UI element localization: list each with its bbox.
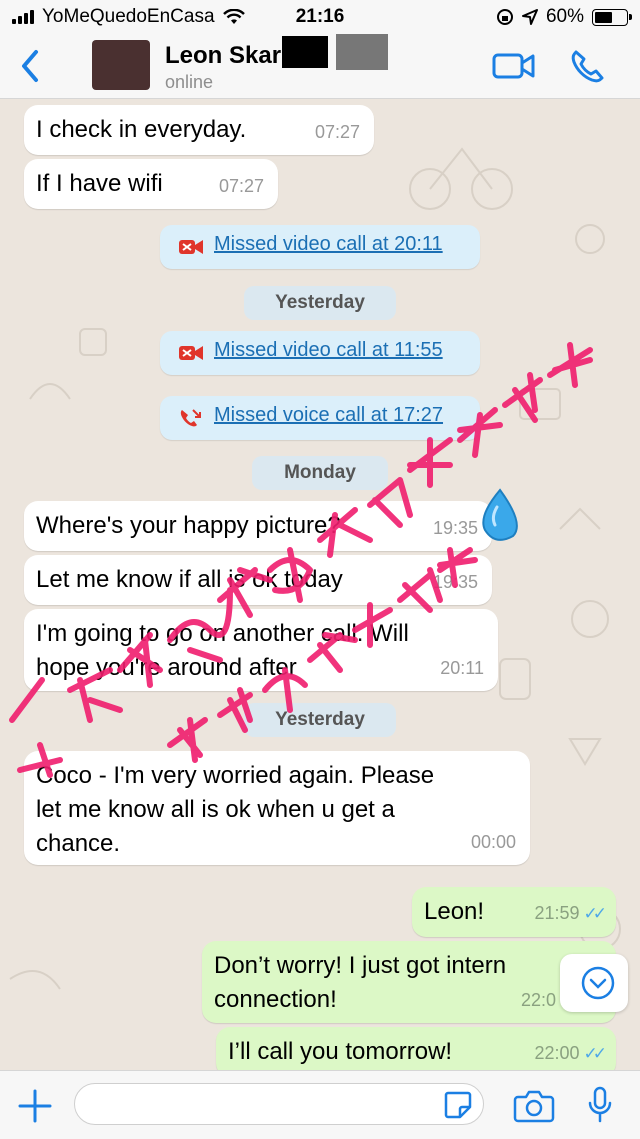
read-receipt-icon: ✓✓ xyxy=(583,904,607,923)
message-bubble-incoming[interactable]: Where's your happy picture? 19:35 xyxy=(24,501,492,551)
missed-call-label[interactable]: Missed video call at 11:55 xyxy=(214,339,443,362)
date-separator: Monday xyxy=(252,456,388,490)
redaction-block xyxy=(336,34,388,70)
message-input[interactable] xyxy=(74,1083,484,1125)
message-time: 20:11 xyxy=(440,658,484,678)
battery-icon xyxy=(592,8,632,26)
message-bubble-outgoing[interactable]: I’ll call you tomorrow! 22:00 ✓✓ xyxy=(216,1027,616,1070)
message-composer xyxy=(0,1070,640,1139)
scroll-to-bottom-button[interactable] xyxy=(560,954,628,1012)
missed-video-call-icon xyxy=(179,346,203,360)
camera-icon[interactable] xyxy=(512,1089,556,1123)
microphone-icon[interactable] xyxy=(586,1085,614,1125)
missed-call-label[interactable]: Missed voice call at 17:27 xyxy=(214,404,443,427)
message-bubble-incoming[interactable]: I check in everyday. 07:27 xyxy=(24,105,374,155)
read-receipt-icon: ✓✓ xyxy=(583,1044,607,1063)
phone-call-icon[interactable] xyxy=(566,46,614,86)
message-time: 00:00 xyxy=(470,832,516,852)
missed-call-notice[interactable]: Missed video call at 20:11 xyxy=(160,225,480,269)
message-bubble-outgoing[interactable]: Leon! 21:59 ✓✓ xyxy=(412,887,616,937)
message-bubble-outgoing[interactable]: Don’t worry! I just got intern connectio… xyxy=(202,941,616,1023)
battery-percent: 60% xyxy=(545,6,584,27)
chat-area[interactable]: I check in everyday. 07:27 If I have wif… xyxy=(0,99,640,1070)
message-text: Where's your happy picture? xyxy=(36,512,341,539)
message-time: 19:35 xyxy=(432,572,478,592)
date-separator: Yesterday xyxy=(244,286,396,320)
chevron-down-circle-icon xyxy=(581,966,615,1000)
message-text: Let me know if all is ok today xyxy=(36,566,343,593)
missed-voice-call-icon xyxy=(180,409,201,427)
chat-header: Leon Skar online xyxy=(0,34,640,99)
message-bubble-incoming[interactable]: Coco - I'm very worried again. Please le… xyxy=(24,751,530,865)
message-text: I'm going to go on another call. Will ho… xyxy=(36,620,409,681)
back-chevron-icon[interactable] xyxy=(16,46,46,86)
message-text: Coco - I'm very worried again. Please le… xyxy=(36,762,435,857)
location-icon xyxy=(521,9,538,25)
plus-icon[interactable] xyxy=(16,1087,54,1125)
message-time: 19:35 xyxy=(432,518,478,538)
message-bubble-incoming[interactable]: If I have wifi 07:27 xyxy=(24,159,278,209)
message-time: 22:00 xyxy=(534,1043,580,1063)
video-call-icon[interactable] xyxy=(490,46,538,86)
missed-call-label[interactable]: Missed video call at 20:11 xyxy=(214,233,443,256)
rotation-lock-icon xyxy=(496,9,513,25)
message-time: 07:27 xyxy=(218,176,264,196)
sticker-icon[interactable] xyxy=(442,1089,474,1121)
contact-name[interactable]: Leon Skar xyxy=(165,42,281,70)
battery-fill xyxy=(595,11,612,23)
missed-call-notice[interactable]: Missed video call at 11:55 xyxy=(160,331,480,375)
avatar[interactable] xyxy=(92,40,150,90)
message-time: 07:27 xyxy=(314,122,360,142)
date-separator: Yesterday xyxy=(244,703,396,737)
redaction-block xyxy=(282,36,328,68)
message-time: 22:0 xyxy=(520,990,556,1010)
contact-status: online xyxy=(165,72,214,92)
missed-video-call-icon xyxy=(179,240,203,254)
missed-call-notice[interactable]: Missed voice call at 17:27 xyxy=(160,396,480,440)
message-bubble-incoming[interactable]: I'm going to go on another call. Will ho… xyxy=(24,609,498,691)
message-time: 21:59 xyxy=(534,903,580,923)
message-text: I check in everyday. xyxy=(36,116,247,143)
status-bar: YoMeQuedoEnCasa 21:16 60% xyxy=(0,0,640,34)
message-bubble-incoming[interactable]: Let me know if all is ok today 19:35 xyxy=(24,555,492,605)
